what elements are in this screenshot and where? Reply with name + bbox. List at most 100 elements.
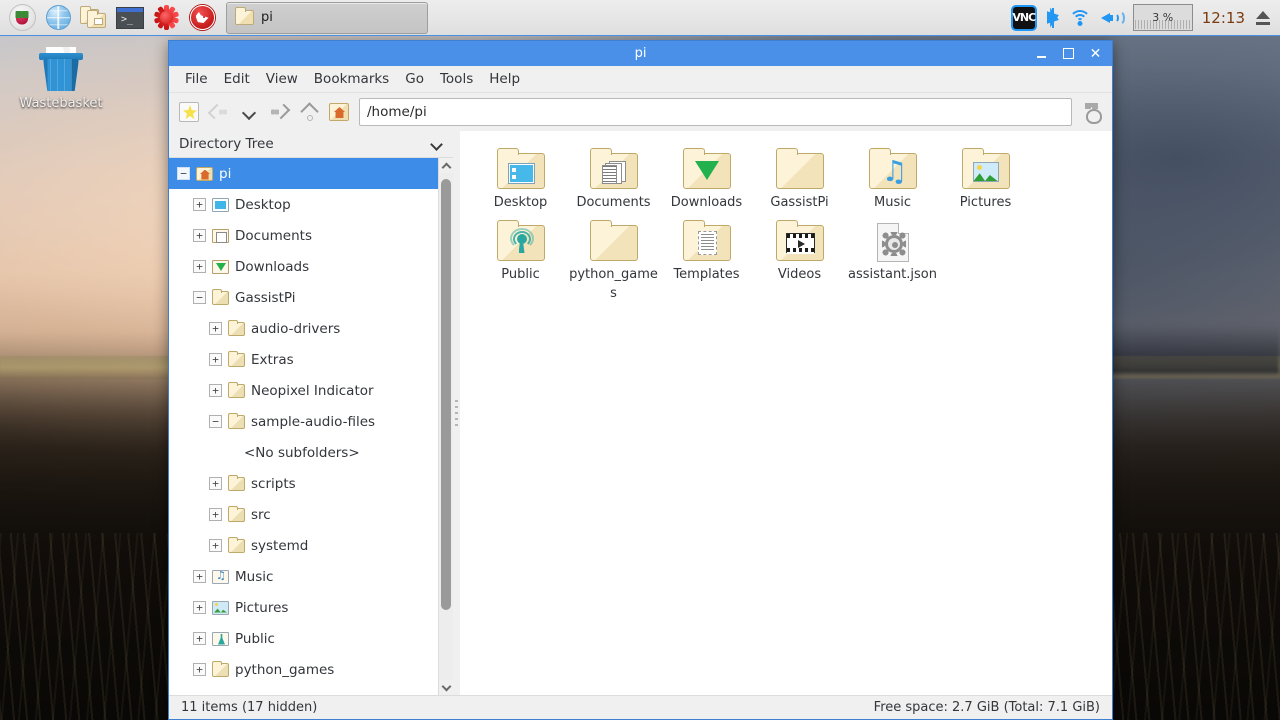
menu-file[interactable]: File — [177, 68, 216, 90]
taskbar-window-button-pi[interactable]: pi — [226, 1, 428, 34]
expand-toggle-icon[interactable]: + — [193, 570, 206, 583]
expand-toggle-icon[interactable]: + — [193, 229, 206, 242]
tree-item-desktop[interactable]: + Desktop — [169, 189, 438, 220]
scroll-down-button[interactable] — [439, 680, 453, 695]
window-titlebar[interactable]: pi ✕ — [169, 41, 1112, 66]
sidebar-header[interactable]: Directory Tree — [169, 131, 453, 158]
expand-toggle-icon[interactable]: + — [193, 260, 206, 273]
forward-button[interactable] — [265, 98, 293, 126]
file-item-desktop[interactable]: Desktop — [474, 143, 567, 215]
web-browser-icon[interactable] — [40, 2, 76, 34]
tree-item-documents[interactable]: + Documents — [169, 220, 438, 251]
tree-item-downloads[interactable]: + Downloads — [169, 251, 438, 282]
tree-item-label: Public — [235, 630, 275, 647]
expand-toggle-icon[interactable]: + — [193, 601, 206, 614]
file-item-templates[interactable]: Templates — [660, 215, 753, 304]
file-item-pictures[interactable]: Pictures — [939, 143, 1032, 215]
history-dropdown-button[interactable] — [235, 98, 263, 126]
menu-bookmarks[interactable]: Bookmarks — [306, 68, 397, 90]
tree-item-label: Extras — [251, 351, 294, 368]
folder-icon — [212, 631, 229, 646]
clock[interactable]: 12:13 — [1202, 9, 1245, 27]
tree-item-no-subfolders[interactable]: <No subfolders> — [169, 437, 438, 468]
menu-edit[interactable]: Edit — [216, 68, 258, 90]
folder-icon — [588, 147, 640, 190]
wifi-icon[interactable] — [1068, 9, 1091, 27]
expand-toggle-icon[interactable]: + — [193, 632, 206, 645]
vnc-icon[interactable]: VNC — [1010, 4, 1037, 31]
expand-toggle-icon[interactable]: + — [193, 198, 206, 211]
scrollbar-track[interactable] — [439, 173, 453, 680]
chevron-down-icon[interactable] — [431, 138, 443, 150]
expand-toggle-icon[interactable]: + — [209, 539, 222, 552]
folder-icon — [774, 219, 826, 262]
tree-item-audio-drivers[interactable]: + audio-drivers — [169, 313, 438, 344]
tree-item-label: Downloads — [235, 258, 310, 275]
file-item-videos[interactable]: Videos — [753, 215, 846, 304]
menu-go[interactable]: Go — [397, 68, 432, 90]
desktop-overlay-icon — [507, 163, 535, 184]
bluetooth-icon[interactable] — [1046, 7, 1060, 29]
folder-icon — [681, 147, 733, 190]
tree-item-src[interactable]: + src — [169, 499, 438, 530]
collapse-toggle-icon[interactable]: − — [209, 415, 222, 428]
expand-toggle-icon[interactable]: + — [209, 353, 222, 366]
desktop-icon-wastebasket[interactable]: Wastebasket — [18, 46, 104, 111]
tree-item-sample-audio-files[interactable]: − sample-audio-files — [169, 406, 438, 437]
file-item-documents[interactable]: Documents — [567, 143, 660, 215]
collapse-toggle-icon[interactable]: − — [193, 291, 206, 304]
expand-toggle-icon[interactable]: + — [209, 508, 222, 521]
file-item-label: Public — [501, 267, 540, 282]
tree-item-systemd[interactable]: + systemd — [169, 530, 438, 561]
tree-item-neopixel-indicator[interactable]: + Neopixel Indicator — [169, 375, 438, 406]
tree-item-public[interactable]: + Public — [169, 623, 438, 654]
tree-item-music[interactable]: + Music — [169, 561, 438, 592]
doc-overlay-icon — [601, 161, 626, 184]
menu-help[interactable]: Help — [481, 68, 528, 90]
tree-item-gassistpi[interactable]: − GassistPi — [169, 282, 438, 313]
mathematica-icon[interactable] — [148, 2, 184, 34]
back-button[interactable] — [205, 98, 233, 126]
sidebar-header-label: Directory Tree — [179, 136, 274, 152]
tree-item-scripts[interactable]: + scripts — [169, 468, 438, 499]
file-item-downloads[interactable]: Downloads — [660, 143, 753, 215]
bookmark-button[interactable] — [175, 98, 203, 126]
volume-icon[interactable] — [1100, 8, 1125, 28]
expand-toggle-icon[interactable]: + — [209, 477, 222, 490]
paw-icon[interactable] — [1078, 98, 1106, 126]
file-item-python-games[interactable]: python_games — [567, 215, 660, 304]
maximize-button[interactable] — [1056, 43, 1081, 64]
file-item-assistant-json[interactable]: assistant.json — [846, 215, 939, 304]
raspberry-menu-icon[interactable] — [4, 2, 40, 34]
menu-view[interactable]: View — [258, 68, 306, 90]
file-manager-icon[interactable] — [76, 2, 112, 34]
file-item-public[interactable]: Public — [474, 215, 567, 304]
expand-toggle-icon[interactable]: + — [209, 384, 222, 397]
window-body: Directory Tree − pi + Desktop + Documents + Dow… — [169, 131, 1112, 695]
expand-toggle-icon[interactable]: + — [193, 663, 206, 676]
tree-item-pictures[interactable]: + Pictures — [169, 592, 438, 623]
collapse-toggle-icon[interactable]: − — [177, 167, 190, 180]
tree-item-python-games[interactable]: + python_games — [169, 654, 438, 685]
scrollbar-thumb[interactable] — [441, 179, 451, 610]
close-button[interactable]: ✕ — [1083, 43, 1108, 64]
eject-icon[interactable] — [1254, 9, 1272, 27]
home-button[interactable] — [325, 98, 353, 126]
tree-scrollbar[interactable] — [438, 158, 453, 695]
cpu-monitor[interactable]: 3 % — [1132, 4, 1193, 31]
tree-container: − pi + Desktop + Documents + Downloads − GassistP… — [169, 158, 453, 695]
expand-toggle-icon[interactable]: + — [209, 322, 222, 335]
up-button[interactable] — [295, 98, 323, 126]
scroll-up-button[interactable] — [439, 158, 453, 173]
file-item-gassistpi[interactable]: GassistPi — [753, 143, 846, 215]
path-input[interactable]: /home/pi — [359, 98, 1072, 126]
menu-tools[interactable]: Tools — [432, 68, 481, 90]
pane-splitter[interactable] — [453, 131, 460, 695]
wolfram-icon[interactable] — [184, 2, 220, 34]
tree-item-pi[interactable]: − pi — [169, 158, 438, 189]
minimize-button[interactable] — [1029, 43, 1054, 64]
file-item-music[interactable]: ♫ Music — [846, 143, 939, 215]
terminal-icon[interactable] — [112, 2, 148, 34]
file-list-view[interactable]: Desktop Documents Downloads GassistPi ♫ Music… — [460, 131, 1112, 695]
tree-item-extras[interactable]: + Extras — [169, 344, 438, 375]
